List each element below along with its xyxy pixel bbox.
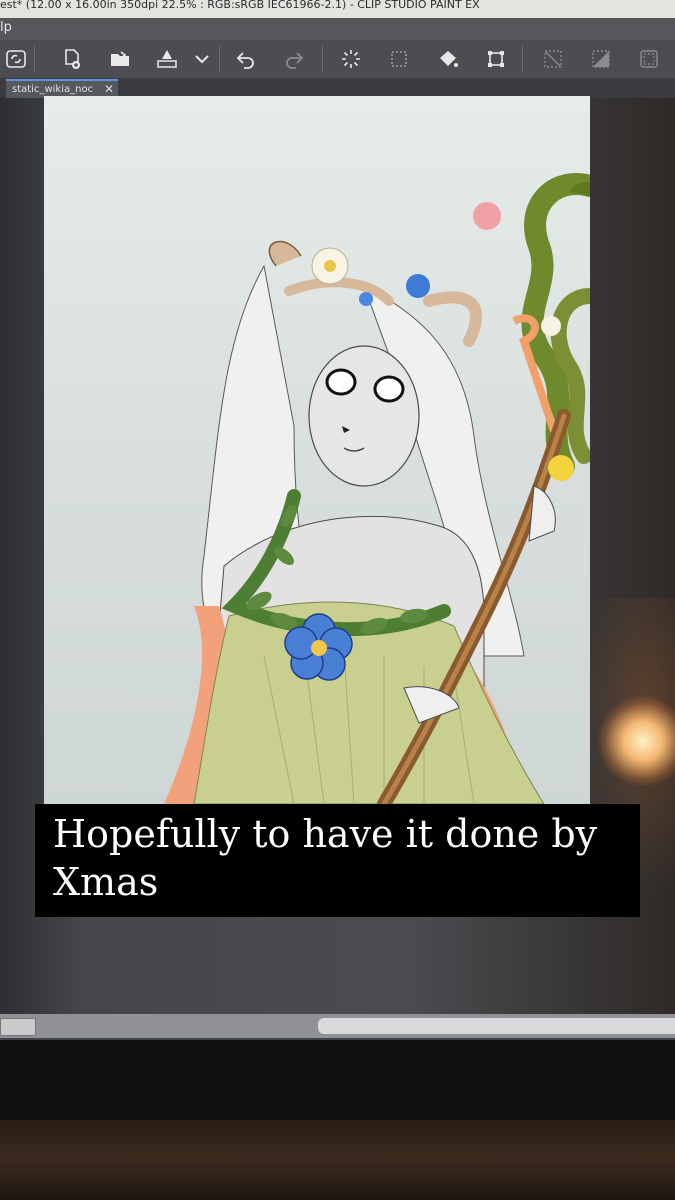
undo-icon[interactable] (232, 45, 260, 73)
scroll-left-button[interactable] (0, 1018, 36, 1036)
folder-open-icon[interactable] (106, 45, 134, 73)
deselect-icon[interactable] (539, 45, 567, 73)
window-title: est* (12.00 x 16.00in 350dpi 22.5% : RGB… (0, 0, 480, 11)
clip-icon[interactable] (2, 45, 30, 73)
artwork-canvas[interactable] (44, 96, 590, 804)
scroll-thumb[interactable] (318, 1018, 675, 1034)
chevron-down-icon[interactable] (188, 45, 216, 73)
new-file-icon[interactable] (58, 45, 86, 73)
desk-surface (0, 1120, 675, 1200)
save-tray-icon[interactable] (153, 45, 181, 73)
dotted-square-icon[interactable] (385, 45, 413, 73)
clear-burst-icon[interactable] (337, 45, 365, 73)
transform-icon[interactable] (482, 45, 510, 73)
selection-box-icon[interactable] (635, 45, 663, 73)
horizontal-scrollbar[interactable] (0, 1014, 675, 1038)
monitor-bezel (0, 1040, 675, 1120)
redo-icon[interactable] (280, 45, 308, 73)
story-caption: Hopefully to have it done by Xmas (35, 804, 640, 917)
window-title-bar: est* (12.00 x 16.00in 350dpi 22.5% : RGB… (0, 0, 675, 18)
command-bar (0, 40, 675, 79)
fill-bucket-icon[interactable] (434, 45, 462, 73)
document-tab-bar: static_wikia_noc ✕ (0, 78, 675, 100)
artwork-illustration (164, 173, 590, 804)
invert-selection-icon[interactable] (587, 45, 615, 73)
menu-bar: lp (0, 18, 675, 40)
menu-item-help[interactable]: lp (0, 17, 12, 39)
